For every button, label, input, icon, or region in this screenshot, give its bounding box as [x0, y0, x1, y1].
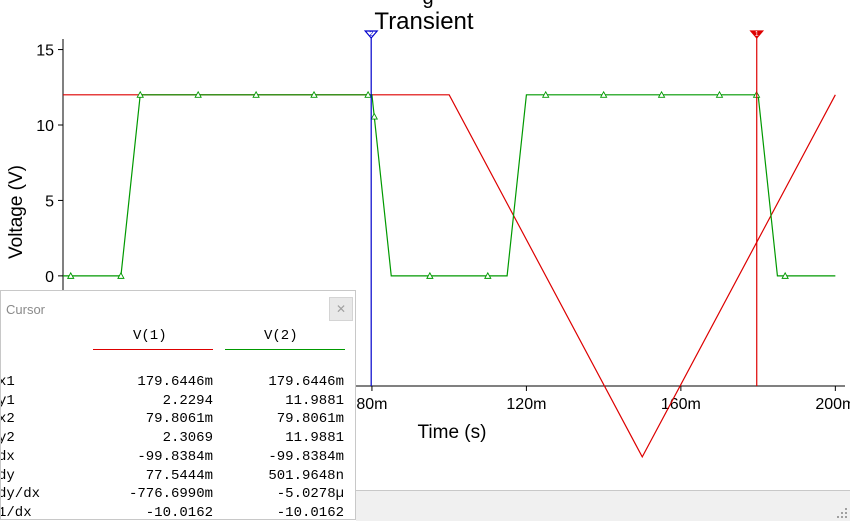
readout-v1: 2.3069 [162, 430, 213, 447]
close-button[interactable]: ✕ [329, 297, 353, 321]
chart-title: Transient [374, 8, 473, 35]
resize-grip-icon[interactable] [836, 507, 848, 519]
readout-v1: 79.8061m [145, 411, 213, 428]
readout-v2: -5.0278µ [276, 486, 344, 503]
readout-label: dx [1, 448, 15, 465]
column-header-v2: V(2) [264, 328, 298, 344]
y-tick-label: 15 [36, 43, 54, 60]
horizontal-scrollbar[interactable] [356, 490, 850, 521]
series-marker [370, 112, 379, 120]
readout-v2: 79.8061m [276, 411, 344, 428]
readout-v2: -10.0162 [276, 504, 344, 520]
readout-v2: 11.9881 [285, 430, 344, 447]
readout-label: x1 [1, 374, 15, 390]
readout-v1: 179.6446m [137, 374, 213, 390]
series-line-2 [63, 94, 836, 277]
readout-label: dy/dx [0, 486, 41, 503]
readout-row: 1/dx -10.0162 -10.0162 [0, 504, 355, 520]
column-color-v1 [93, 349, 213, 350]
readout-v2: 179.6446m [268, 374, 344, 390]
readout-row: x2 79.8061m 79.8061m [1, 411, 355, 429]
readout-row: dy 77.5444m 501.9648n [1, 467, 355, 486]
x-tick-label: 120m [506, 396, 546, 413]
readout-v2: 501.9648n [268, 467, 344, 484]
readout-v1: -776.6990m [128, 486, 213, 503]
readout-v2: -99.8384m [268, 448, 344, 465]
x-ticks: 80m 120m 160m 200m [356, 386, 850, 413]
x-axis-label: Time (s) [418, 422, 487, 443]
y-tick-label: 0 [45, 269, 54, 286]
readout-label: y2 [1, 430, 15, 447]
readout-label: dy [1, 467, 15, 484]
readout-v1: 77.5444m [145, 467, 213, 484]
readout-v1: -99.8384m [137, 448, 213, 465]
y-tick-label: 5 [45, 193, 54, 210]
cursor-lines[interactable]: 12 [363, 30, 765, 386]
readout-row: dy/dx -776.6990m -5.0278µ [0, 486, 355, 504]
y-tick-label: 10 [36, 118, 54, 135]
partial-title-glyph: g [422, 0, 433, 9]
readout-row: x1 179.6446m 179.6446m [1, 374, 355, 392]
close-icon: ✕ [335, 302, 347, 316]
readout-row: y1 2.2294 11.9881 [1, 392, 355, 411]
cursor-window-title: Cursor [6, 302, 46, 317]
readout-row: y2 2.3069 11.9881 [1, 430, 355, 448]
readout-label: y1 [1, 392, 15, 409]
readout-v1: -10.0162 [145, 504, 213, 520]
cursor-2-label: 2 [369, 31, 373, 38]
x-tick-label: 80m [356, 396, 387, 413]
cursor-titlebar[interactable]: Cursor ✕ [1, 291, 355, 325]
column-header-v1: V(1) [133, 328, 167, 344]
readout-label: 1/dx [0, 504, 32, 520]
column-color-v2 [225, 349, 345, 350]
x-tick-label: 200m [815, 396, 850, 413]
readout-v2: 11.9881 [285, 392, 344, 409]
cursor-1-label: 1 [755, 31, 759, 38]
y-axis-label: Voltage (V) [6, 165, 27, 259]
readout-v1: 2.2294 [162, 392, 213, 409]
cursor-window[interactable]: Cursor ✕ V(1) V(2) x1 179.6446m 179.6446m y… [0, 290, 356, 520]
readout-label: x2 [1, 411, 15, 428]
readout-row: dx -99.8384m -99.8384m [1, 448, 355, 467]
